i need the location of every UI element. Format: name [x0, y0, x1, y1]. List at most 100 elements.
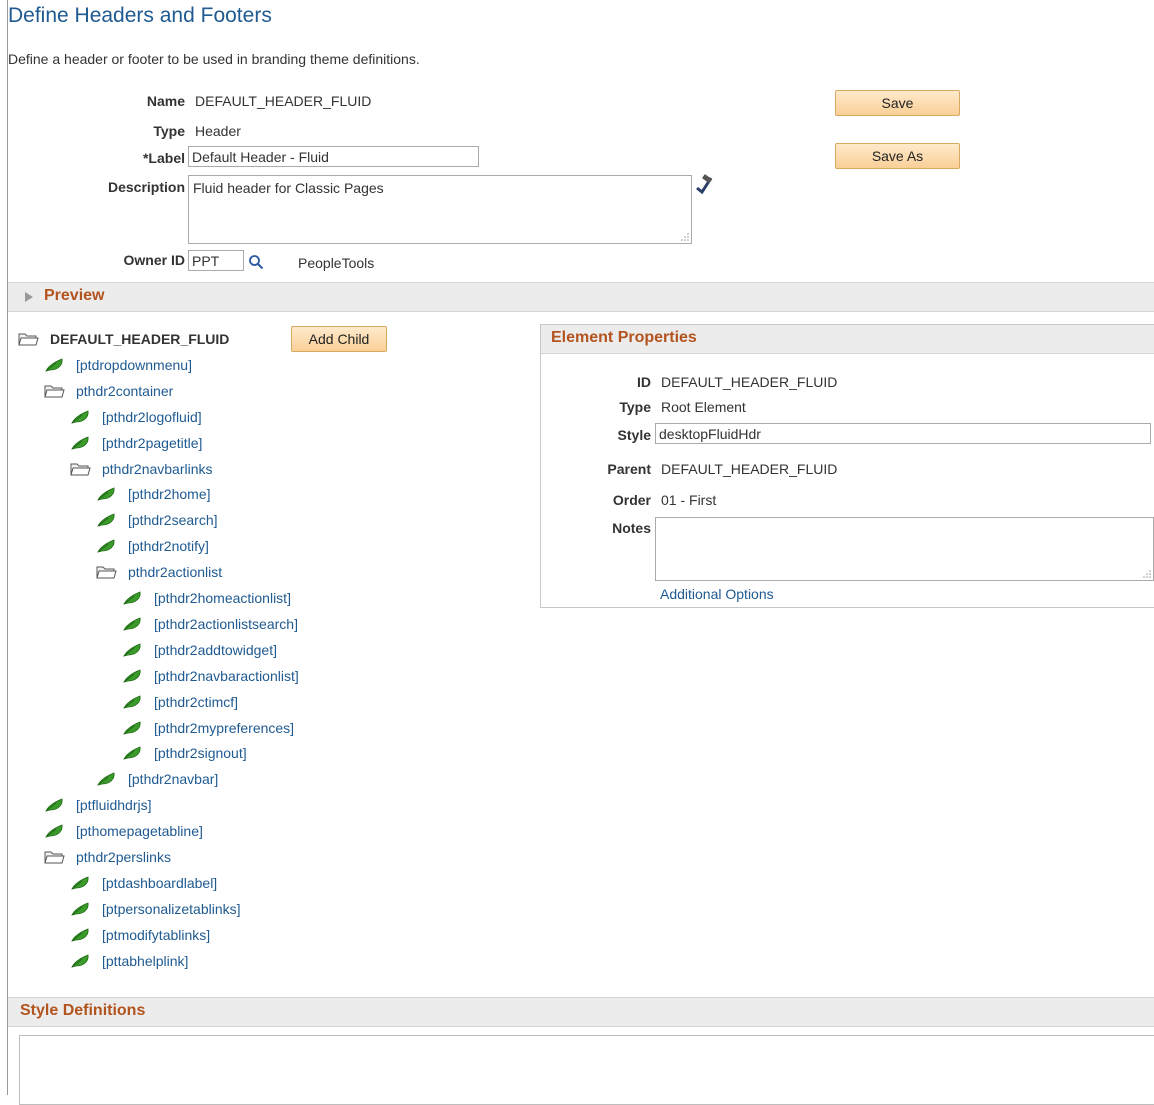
folder-open-icon: [96, 564, 118, 580]
tree-leaf-node[interactable]: [pthdr2navbaractionlist]: [122, 666, 299, 686]
element-properties-header: Element Properties: [541, 325, 1154, 354]
tree-leaf-node[interactable]: [pthdr2signout]: [122, 743, 247, 763]
style-definitions-title: Style Definitions: [20, 1002, 146, 1019]
name-label: Name: [146, 93, 185, 109]
tree-leaf-node[interactable]: [pthdr2actionlistsearch]: [122, 614, 298, 634]
leaf-icon: [96, 771, 118, 787]
tree-leaf-node[interactable]: [pthomepagetabline]: [44, 821, 203, 841]
tree-node-label[interactable]: [pthdr2search]: [128, 512, 218, 528]
tree-node-label[interactable]: [pthdr2home]: [128, 486, 211, 502]
left-border: [7, 0, 8, 1095]
owner-description: PeopleTools: [298, 255, 375, 271]
tree-node-label[interactable]: [pthomepagetabline]: [76, 823, 203, 839]
leaf-icon: [96, 486, 118, 502]
tree-node-label[interactable]: pthdr2container: [76, 383, 173, 399]
tree-leaf-node[interactable]: [pthdr2logofluid]: [70, 407, 202, 427]
tree-node-label[interactable]: [pthdr2notify]: [128, 538, 209, 554]
additional-options-link[interactable]: Additional Options: [660, 586, 774, 602]
tree-node-label[interactable]: [pttabhelplink]: [102, 953, 188, 969]
tree-leaf-node[interactable]: [ptmodifytablinks]: [70, 925, 210, 945]
style-definitions-header: Style Definitions: [8, 997, 1154, 1027]
tree-leaf-node[interactable]: [pthdr2ctimcf]: [122, 692, 238, 712]
leaf-icon: [70, 875, 92, 891]
save-button[interactable]: Save: [835, 90, 960, 116]
prop-order-value: 01 - First: [661, 492, 717, 508]
prop-type-label: Type: [619, 399, 651, 415]
tree-leaf-node[interactable]: [pthdr2mypreferences]: [122, 718, 294, 738]
leaf-icon: [44, 823, 66, 839]
type-value: Header: [195, 123, 241, 139]
leaf-icon: [96, 512, 118, 528]
type-label: Type: [153, 123, 185, 139]
tree-leaf-node[interactable]: [pthdr2homeactionlist]: [122, 588, 291, 608]
resize-grip-icon[interactable]: [681, 233, 689, 241]
save-as-button[interactable]: Save As: [835, 143, 960, 169]
tree-leaf-node[interactable]: [ptdashboardlabel]: [70, 873, 217, 893]
expand-triangle-icon[interactable]: [25, 292, 33, 302]
tree-node-label[interactable]: [ptdropdownmenu]: [76, 357, 192, 373]
leaf-icon: [122, 694, 144, 710]
owner-id-input[interactable]: [188, 250, 244, 271]
tree-node-label[interactable]: pthdr2navbarlinks: [102, 461, 213, 477]
tree-node-label[interactable]: [ptmodifytablinks]: [102, 927, 210, 943]
tree-leaf-node[interactable]: [ptdropdownmenu]: [44, 355, 192, 375]
leaf-icon: [70, 901, 92, 917]
label-input[interactable]: [188, 146, 479, 167]
tree-leaf-node[interactable]: [pthdr2home]: [96, 484, 211, 504]
description-textarea[interactable]: Fluid header for Classic Pages: [188, 175, 692, 244]
tree-node-label[interactable]: pthdr2perslinks: [76, 849, 171, 865]
tree-leaf-node[interactable]: [ptfluidhdrjs]: [44, 795, 151, 815]
tree-node-label[interactable]: [pthdr2mypreferences]: [154, 720, 294, 736]
description-text: Fluid header for Classic Pages: [193, 180, 384, 196]
tree-folder-node[interactable]: pthdr2actionlist: [96, 562, 222, 582]
tree-node-label[interactable]: [pthdr2ctimcf]: [154, 694, 238, 710]
prop-notes-label: Notes: [612, 520, 651, 536]
preview-label[interactable]: Preview: [44, 287, 104, 305]
tree-leaf-node[interactable]: [pthdr2addtowidget]: [122, 640, 277, 660]
tree-leaf-node[interactable]: [pthdr2search]: [96, 510, 218, 530]
tree-folder-node[interactable]: pthdr2perslinks: [44, 847, 171, 867]
tree-node-label[interactable]: [pthdr2homeactionlist]: [154, 590, 291, 606]
tree-root-node[interactable]: DEFAULT_HEADER_FLUID: [18, 329, 229, 349]
tree-node-label[interactable]: [ptdashboardlabel]: [102, 875, 217, 891]
tree-leaf-node[interactable]: [pthdr2pagetitle]: [70, 433, 202, 453]
tree-leaf-node[interactable]: [ptpersonalizetablinks]: [70, 899, 241, 919]
leaf-icon: [122, 720, 144, 736]
leaf-icon: [70, 927, 92, 943]
notes-resize-grip-icon[interactable]: [1143, 570, 1151, 578]
tree-node-label[interactable]: [pthdr2signout]: [154, 745, 247, 761]
notes-textarea[interactable]: [655, 517, 1154, 581]
prop-type-value: Root Element: [661, 399, 746, 415]
description-label: Description: [107, 179, 185, 195]
tree-node-label[interactable]: [pthdr2pagetitle]: [102, 435, 202, 451]
label-label: *Label: [142, 150, 185, 166]
tree-node-label[interactable]: pthdr2actionlist: [128, 564, 222, 580]
style-input[interactable]: [655, 423, 1151, 444]
leaf-icon: [70, 409, 92, 425]
lookup-search-icon[interactable]: [248, 254, 264, 270]
tree-folder-node[interactable]: pthdr2navbarlinks: [70, 459, 213, 479]
leaf-icon: [44, 357, 66, 373]
leaf-icon: [122, 668, 144, 684]
spellcheck-icon[interactable]: [694, 174, 714, 194]
tree-node-label[interactable]: [pthdr2navbar]: [128, 771, 218, 787]
owner-id-label: Owner ID: [123, 252, 185, 268]
tree-leaf-node[interactable]: [pthdr2navbar]: [96, 769, 218, 789]
leaf-icon: [122, 642, 144, 658]
preview-collapsible[interactable]: Preview: [8, 282, 1154, 312]
folder-open-icon: [70, 461, 92, 477]
tree-node-label: DEFAULT_HEADER_FLUID: [50, 331, 230, 347]
tree-node-label[interactable]: [ptfluidhdrjs]: [76, 797, 151, 813]
tree-node-label[interactable]: [pthdr2actionlistsearch]: [154, 616, 298, 632]
folder-open-icon: [44, 383, 66, 399]
tree-folder-node[interactable]: pthdr2container: [44, 381, 173, 401]
tree-node-label[interactable]: [pthdr2addtowidget]: [154, 642, 277, 658]
prop-style-label: Style: [617, 427, 651, 443]
tree-node-label[interactable]: [pthdr2logofluid]: [102, 409, 202, 425]
tree-node-label[interactable]: [ptpersonalizetablinks]: [102, 901, 241, 917]
tree-leaf-node[interactable]: [pthdr2notify]: [96, 536, 209, 556]
tree-node-label[interactable]: [pthdr2navbaractionlist]: [154, 668, 299, 684]
tree-leaf-node[interactable]: [pttabhelplink]: [70, 951, 188, 971]
element-properties-title: Element Properties: [551, 329, 697, 346]
add-child-button[interactable]: Add Child: [291, 326, 387, 352]
